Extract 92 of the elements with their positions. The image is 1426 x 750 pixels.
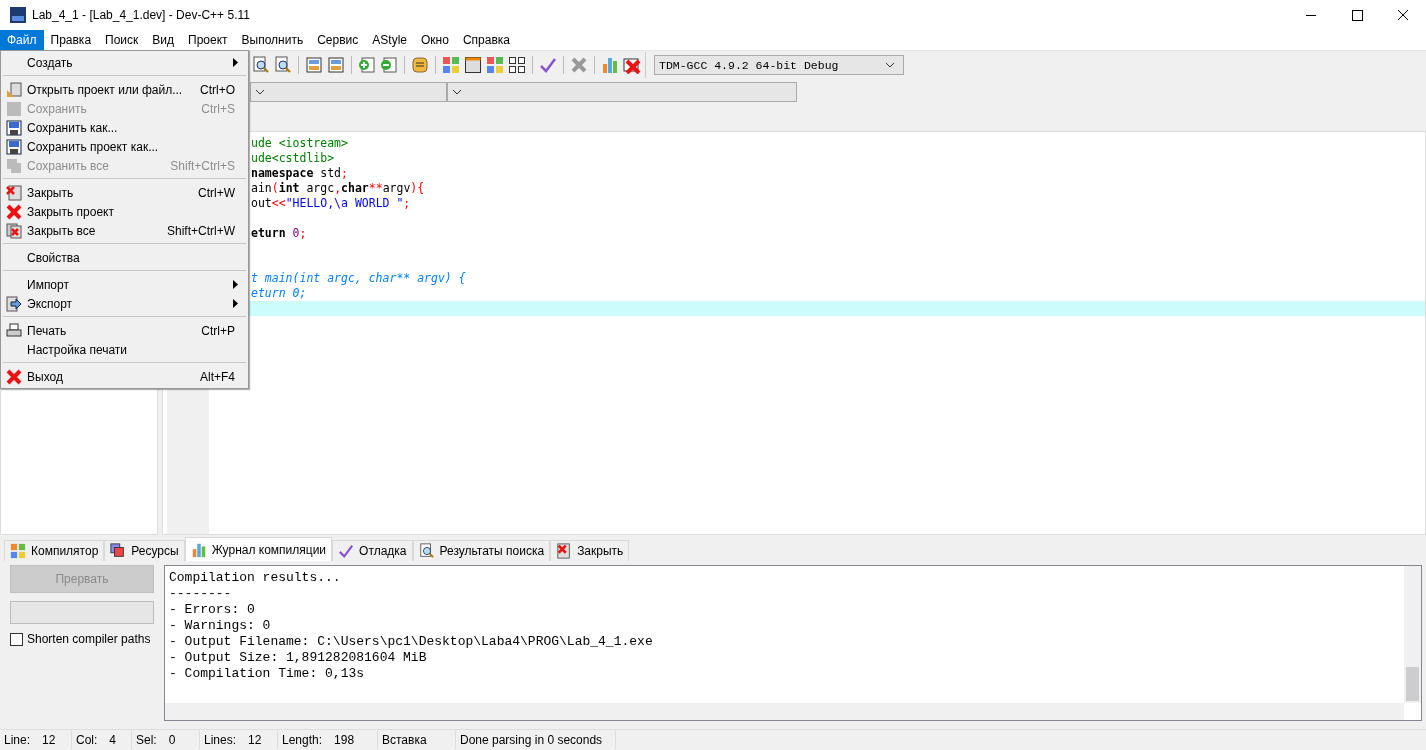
status-value: 0 [168, 733, 176, 747]
log-line: - Output Size: 1,891282081604 MiB [169, 650, 428, 666]
search-icon[interactable] [252, 56, 270, 74]
compiler-dropdown[interactable]: TDM-GCC 4.9.2 64-bit Debug [654, 55, 904, 75]
code-line: eturn 0; [251, 286, 307, 300]
log-line: - Warnings: 0 [169, 618, 272, 634]
menu-item[interactable]: Создать [1, 53, 248, 72]
cross-icon [6, 203, 22, 220]
printer-icon [6, 322, 22, 339]
cross-icon[interactable] [623, 56, 641, 74]
status-label: Sel: [136, 733, 157, 747]
menu-item[interactable]: Вид [145, 30, 182, 50]
log-line: - Compilation Time: 0,13s [169, 666, 366, 682]
menu-item[interactable]: Выход Alt+F4 [1, 367, 248, 386]
caret-icon [885, 62, 895, 68]
log-line: Compilation results... [169, 570, 342, 586]
menu-item[interactable]: Файл [0, 30, 44, 50]
vertical-scrollbar[interactable] [1404, 566, 1421, 703]
code-line: ain(int argc,char**argv){ [251, 181, 425, 195]
checkbox-label: Shorten compiler paths [27, 632, 151, 646]
scroll-icon[interactable] [411, 56, 429, 74]
menu-item[interactable]: Справка [455, 30, 517, 50]
log-line: - Output Filename: C:\Users\pc1\Desktop\Laba4\PROG\Lab_4_1.exe [169, 634, 654, 650]
status-value: 12 [248, 733, 262, 747]
menu-item[interactable]: Сервис [310, 30, 366, 50]
menu-item[interactable]: Проект [181, 30, 235, 50]
menu-item[interactable]: Открыть проект или файл... Ctrl+O [1, 80, 248, 99]
layout-icon[interactable] [464, 56, 482, 74]
panel-tab[interactable]: Закрыть [550, 540, 630, 561]
menu-item[interactable]: Закрыть все Shift+Ctrl+W [1, 221, 248, 240]
open-file-icon [6, 81, 22, 98]
menu-item[interactable]: Настройка печати [1, 340, 248, 359]
menu-item[interactable]: Печать Ctrl+P [1, 321, 248, 340]
close-file-icon [6, 184, 22, 201]
horizontal-scrollbar[interactable] [165, 703, 1404, 720]
panel-tab[interactable]: Результаты поиска [412, 540, 551, 561]
cross-icon [6, 368, 22, 385]
status-label: Length: [282, 733, 323, 747]
status-label: Lines: [204, 733, 237, 747]
menu-item[interactable]: Закрыть проект [1, 202, 248, 221]
menu-item[interactable]: Сохранить как... [1, 118, 248, 137]
bar-chart-icon [190, 541, 207, 558]
code-line: t main(int argc, char** argv) { [251, 271, 466, 285]
close-file-icon [556, 543, 573, 559]
menu-item[interactable]: AStyle [365, 30, 414, 50]
app-icon [10, 7, 26, 23]
grid-icon [10, 543, 26, 559]
status-label: Line: [4, 733, 31, 747]
search-icon [418, 543, 435, 559]
check-icon [338, 543, 355, 559]
code-line: eturn 0; [251, 226, 307, 240]
menu-item[interactable]: Экспорт [1, 294, 248, 313]
status-value: 4 [109, 733, 117, 747]
window-title: Lab_4_1 - [Lab_4_1.dev] - Dev-C++ 5.11 [32, 8, 251, 22]
checkbox[interactable] [10, 632, 23, 646]
panel-tab[interactable]: Ресурсы [104, 540, 185, 561]
caret-icon [452, 89, 462, 95]
menu-item[interactable]: Свойства [1, 248, 248, 267]
layout-icon[interactable] [508, 56, 526, 74]
caret-icon [255, 89, 265, 95]
member-dropdown[interactable] [447, 82, 797, 102]
log-line: -------- [169, 586, 233, 602]
bar-chart-icon[interactable] [601, 56, 619, 74]
status-value: Done parsing in 0 seconds [460, 733, 603, 747]
close-file-icon [6, 222, 22, 239]
code-line: ude <iostream> [251, 136, 348, 150]
layers-icon [110, 543, 127, 559]
plus-icon[interactable] [358, 56, 376, 74]
menu-item[interactable]: Окно [414, 30, 456, 50]
class-dropdown[interactable] [250, 82, 447, 102]
code-line: out<<"HELLO,\a WORLD "; [251, 196, 411, 210]
code-line: ude<cstdlib> [251, 151, 335, 165]
menu-item[interactable]: Закрыть Ctrl+W [1, 183, 248, 202]
export-icon [6, 295, 22, 312]
status-value: Вставка [382, 733, 427, 747]
minus-icon[interactable] [380, 56, 398, 74]
menu-item[interactable]: Правка [43, 30, 99, 50]
log-line: - Errors: 0 [169, 602, 256, 618]
menu-item[interactable]: Сохранить проект как... [1, 137, 248, 156]
status-value: 198 [334, 733, 355, 747]
search-icon[interactable] [274, 56, 292, 74]
panel-tab[interactable]: Журнал компиляции [184, 537, 333, 561]
status-value: 12 [42, 733, 56, 747]
panel-tab[interactable]: Отладка [332, 540, 413, 561]
panel-tab[interactable]: Компилятор [4, 540, 105, 561]
status-label: Col: [76, 733, 98, 747]
menu-item[interactable]: Поиск [98, 30, 146, 50]
code-line: namespace std; [251, 166, 348, 180]
check-icon[interactable] [539, 56, 557, 74]
menu-item[interactable]: Выполнить [234, 30, 311, 50]
cross-icon[interactable] [570, 56, 588, 74]
menu-item[interactable]: Импорт [1, 275, 248, 294]
